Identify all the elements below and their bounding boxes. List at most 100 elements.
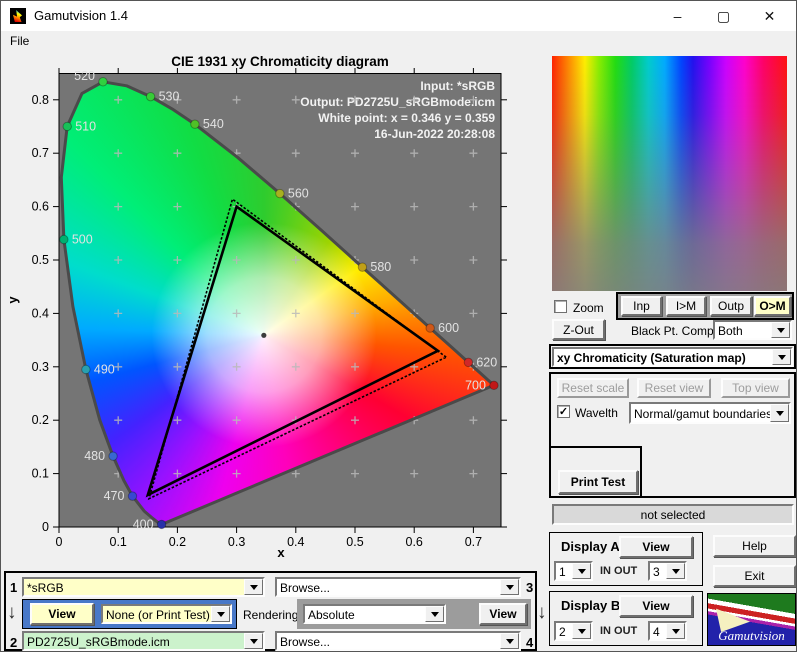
slot2-label: 2 xyxy=(10,635,18,650)
print-test-select[interactable]: None (or Print Test) xyxy=(101,604,232,624)
wavelth-checkbox[interactable]: ✓ xyxy=(557,405,570,418)
z-out-button[interactable]: Z-Out xyxy=(552,319,605,340)
app-icon xyxy=(10,8,26,24)
annotation-date: 16-Jun-2022 20:28:08 xyxy=(374,127,495,141)
svg-text:0.5: 0.5 xyxy=(346,535,363,549)
browse-input-value: Browse... xyxy=(280,580,331,595)
black-pt-comp-select[interactable]: Both xyxy=(713,320,792,340)
status-field: not selected xyxy=(552,504,794,525)
i-to-m-button[interactable]: I>M xyxy=(666,296,706,316)
view-output-button[interactable]: View xyxy=(479,603,527,625)
display-a-view-button[interactable]: View xyxy=(619,536,693,558)
svg-text:0: 0 xyxy=(42,520,49,534)
dropdown-arrow-icon[interactable] xyxy=(772,349,791,365)
slot4-label: 4 xyxy=(526,635,534,650)
dropdown-arrow-icon[interactable] xyxy=(572,563,591,579)
dropdown-arrow-icon[interactable] xyxy=(572,623,591,639)
dropdown-arrow-icon[interactable] xyxy=(770,404,789,422)
svg-text:700: 700 xyxy=(465,378,486,392)
boundaries-select[interactable]: Normal/gamut boundaries xyxy=(629,402,791,424)
slot3-label: 3 xyxy=(526,580,534,595)
view-input-button[interactable]: View xyxy=(30,603,94,625)
rendering-intent-select[interactable]: Absolute xyxy=(303,604,446,624)
svg-text:0.7: 0.7 xyxy=(32,146,49,160)
browse-input-select[interactable]: Browse... xyxy=(275,577,521,597)
svg-text:490: 490 xyxy=(94,362,115,376)
x-axis-label: x xyxy=(277,545,285,560)
rendering-label: Rendering xyxy=(243,608,299,622)
view-mode-value: xy Chromaticity (Saturation map) xyxy=(557,350,746,365)
slot1-label: 1 xyxy=(10,580,18,595)
svg-text:510: 510 xyxy=(75,119,96,133)
svg-text:0.3: 0.3 xyxy=(32,360,49,374)
dropdown-arrow-icon[interactable] xyxy=(666,563,685,579)
input-profile-select[interactable]: *sRGB xyxy=(22,577,265,597)
check-icon: ✓ xyxy=(558,406,569,418)
dropdown-arrow-icon[interactable] xyxy=(244,633,263,649)
svg-text:560: 560 xyxy=(288,187,309,201)
dropdown-arrow-icon[interactable] xyxy=(500,633,519,649)
minimize-icon[interactable]: – xyxy=(655,1,700,31)
display-b-view-button[interactable]: View xyxy=(619,595,693,617)
display-b-inout-label: IN OUT xyxy=(600,625,638,637)
dropdown-arrow-icon[interactable] xyxy=(500,579,519,595)
svg-text:540: 540 xyxy=(203,117,224,131)
svg-text:500: 500 xyxy=(72,232,93,246)
display-b-in-value: 2 xyxy=(559,624,566,639)
chromaticity-chart[interactable]: CIE 1931 xy Chromaticity diagram Input: … xyxy=(1,47,546,569)
print-test-option: None (or Print Test) xyxy=(106,607,210,622)
chart-title: CIE 1931 xy Chromaticity diagram xyxy=(171,54,389,69)
chart-svg[interactable]: CIE 1931 xy Chromaticity diagram Input: … xyxy=(1,47,546,569)
outp-button[interactable]: Outp xyxy=(710,296,752,316)
menu-file[interactable]: File xyxy=(10,34,29,48)
title-bar[interactable]: Gamutvision 1.4 – ▢ ✕ xyxy=(1,1,796,31)
annotation-input: Input: *sRGB xyxy=(420,79,495,93)
reset-view-button[interactable]: Reset view xyxy=(637,378,711,398)
display-a-out-value: 3 xyxy=(653,564,660,579)
print-test-button[interactable]: Print Test xyxy=(558,470,638,494)
svg-text:0: 0 xyxy=(56,535,63,549)
display-a-title: Display A xyxy=(561,539,620,554)
svg-text:520: 520 xyxy=(74,69,95,83)
display-a-in-select[interactable]: 1 xyxy=(554,561,593,581)
saturation-map-image xyxy=(552,56,787,291)
svg-text:0.1: 0.1 xyxy=(110,535,127,549)
dropdown-arrow-icon[interactable] xyxy=(244,579,263,595)
browse-output-select[interactable]: Browse... xyxy=(275,631,521,651)
plot-frame xyxy=(58,73,502,528)
dropdown-arrow-icon[interactable] xyxy=(211,606,230,622)
output-profile-select[interactable]: PD2725U_sRGBmode.icm xyxy=(22,631,265,651)
display-a-in-value: 1 xyxy=(559,564,566,579)
annotation-output: Output: PD2725U_sRGBmode.icm xyxy=(300,95,495,109)
browse-output-value: Browse... xyxy=(280,634,331,649)
svg-text:0.6: 0.6 xyxy=(406,535,423,549)
help-button[interactable]: Help xyxy=(713,535,796,557)
svg-text:580: 580 xyxy=(370,260,391,274)
wavelth-label: Wavelth xyxy=(575,406,618,420)
inp-button[interactable]: Inp xyxy=(621,296,662,316)
svg-text:0.7: 0.7 xyxy=(465,535,482,549)
display-a-out-select[interactable]: 3 xyxy=(648,561,687,581)
dropdown-arrow-icon[interactable] xyxy=(771,322,790,338)
dropdown-arrow-icon[interactable] xyxy=(425,606,444,622)
maximize-icon[interactable]: ▢ xyxy=(701,1,746,31)
svg-text:480: 480 xyxy=(84,449,105,463)
svg-text:600: 600 xyxy=(438,321,459,335)
app-window: Gamutvision 1.4 – ▢ ✕ File CIE 1931 xy C… xyxy=(0,0,797,652)
svg-text:0.5: 0.5 xyxy=(32,253,49,267)
view-mode-select[interactable]: xy Chromaticity (Saturation map) xyxy=(552,347,793,367)
o-to-m-button[interactable]: O>M xyxy=(754,296,791,316)
top-view-button[interactable]: Top view xyxy=(721,378,790,398)
display-b-out-select[interactable]: 4 xyxy=(648,621,687,641)
input-profile-value: *sRGB xyxy=(27,580,64,595)
close-icon[interactable]: ✕ xyxy=(747,1,792,31)
zoom-checkbox[interactable] xyxy=(554,300,567,313)
exit-button[interactable]: Exit xyxy=(713,565,796,587)
dropdown-arrow-icon[interactable] xyxy=(666,623,685,639)
svg-text:400: 400 xyxy=(133,517,154,531)
reset-scale-button[interactable]: Reset scale xyxy=(557,378,629,398)
black-pt-comp-value: Both xyxy=(718,323,743,338)
display-b-in-select[interactable]: 2 xyxy=(554,621,593,641)
svg-text:0.1: 0.1 xyxy=(32,467,49,481)
gamutvision-logo: Gamutvision xyxy=(707,593,796,646)
